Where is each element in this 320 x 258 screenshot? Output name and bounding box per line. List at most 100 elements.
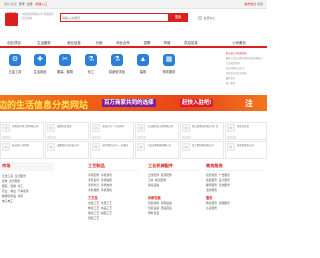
company-card[interactable]: 某商务服务公司 <box>225 141 267 159</box>
image-placeholder-icon <box>92 124 100 132</box>
news-item[interactable]: 最新产品信息发布推荐优选商家展示 <box>226 56 264 60</box>
machinery-link[interactable]: 模具配件 <box>155 178 166 182</box>
crafts-row: 手机套件 手机贴膜 <box>88 178 112 182</box>
service-link[interactable]: 金融服务 <box>219 201 230 205</box>
market-link[interactable]: 农业、林业 <box>2 189 16 193</box>
nav-item-local[interactable]: 同城 <box>160 41 174 46</box>
news-item[interactable]: 杭州某公司全新发布 <box>226 51 264 55</box>
crafts-link[interactable]: 纸质工艺 <box>88 216 99 220</box>
nav-item-distribution[interactable]: 分销 <box>92 41 106 46</box>
post-info-link[interactable]: 发布信息 <box>244 2 256 6</box>
crafts-link[interactable]: 玻璃工艺 <box>88 211 99 215</box>
business-link[interactable]: 广告服务 <box>219 173 230 177</box>
nav-item-supply[interactable]: 供应信息 <box>180 41 202 46</box>
machinery-link[interactable]: 焊接设备 <box>148 183 159 187</box>
service-link[interactable]: 物流服务 <box>206 201 217 205</box>
machinery-link[interactable]: 机床配件 <box>161 173 172 177</box>
crafts-link[interactable]: 手机套件 <box>88 178 99 182</box>
company-title: 某工程材料有限公司 <box>192 144 214 147</box>
category-apparel[interactable]: ✂ 服装、鞋帽 <box>54 51 76 83</box>
news-item[interactable]: 最新资讯 <box>226 76 264 80</box>
business-link[interactable]: 咨询服务 <box>219 183 230 187</box>
crafts-link[interactable]: 手机维修 <box>88 188 99 192</box>
printing-link[interactable]: 包装设备 <box>148 206 159 210</box>
market-link[interactable]: 商务服务 <box>9 179 20 183</box>
category-fine-chemical[interactable]: ⚗ 精细化学品 <box>106 51 128 83</box>
promo-banner[interactable]: 边的生活信息分类网站 百万商家共同的选择 赶快入驻吧! 注 <box>0 95 267 111</box>
news-item[interactable]: 热门推荐 <box>226 81 264 85</box>
nav-item-projects[interactable]: 创业项目 <box>2 41 26 46</box>
company-title: 某商务服务公司 <box>237 144 254 147</box>
machinery-link[interactable]: 刀具 <box>148 178 154 182</box>
crafts-link[interactable]: 手机电池 <box>101 183 112 187</box>
crafts-link[interactable]: 手机耳机 <box>101 188 112 192</box>
market-link[interactable]: 汽车配件 <box>18 189 29 193</box>
service-link[interactable]: 认证服务 <box>206 206 217 210</box>
company-card[interactable]: 成都市某商贸 企业信息 <box>45 122 89 140</box>
crafts-link[interactable]: 金属工艺 <box>88 201 99 205</box>
market-link[interactable]: 电子电工 <box>2 199 13 203</box>
category-chemical[interactable]: ⚗ 化工 <box>80 51 102 83</box>
crafts-link[interactable]: 陶瓷工艺 <box>88 206 99 210</box>
company-sub: 企业信息 <box>2 137 11 139</box>
market-link[interactable]: 五金工具 <box>2 174 13 178</box>
category-construction[interactable]: ▲ 建筑 <box>132 51 154 83</box>
crafts-link[interactable]: 手机贴膜 <box>101 178 112 182</box>
company-card[interactable]: 成都某农业开发公司 <box>45 141 89 159</box>
crafts-link[interactable]: 木质工艺 <box>101 201 112 205</box>
news-item[interactable]: 优质供应商名录更新 <box>226 71 264 75</box>
business-link[interactable]: 商务服务 <box>206 173 217 177</box>
company-card[interactable]: 某企业信息 企业信息 <box>225 122 267 140</box>
company-card[interactable]: 某工程材料有限公司 <box>180 141 224 159</box>
printing-link[interactable]: 印刷设备 <box>161 201 172 205</box>
crafts-link[interactable]: 手机通讯 <box>101 173 112 177</box>
market-link[interactable]: 生活服务 <box>15 174 26 178</box>
company-card[interactable]: 四川某食品有限公司广告 企业信息 <box>180 122 224 140</box>
business-link[interactable]: 会展服务 <box>206 178 217 182</box>
news-item[interactable]: 诚信商家信息汇总 <box>226 66 264 70</box>
market-row: 五金工具 生活服务 <box>2 174 26 178</box>
crafts-link[interactable]: 手机外壳 <box>88 183 99 187</box>
company-card[interactable]: 河南某生物工程有限公司 企业信息 <box>0 122 44 140</box>
company-card[interactable]: 上海无锡机械有限公司 <box>135 141 179 159</box>
category-daily[interactable]: ✚ 生活用品 <box>29 51 51 83</box>
crafts-column: 工艺制品 手机配件 手机通讯 手机套件 手机贴膜 手机外壳 手机电池 手机维修 … <box>88 162 138 258</box>
company-card[interactable]: 市场有限公司——石家庄 <box>90 141 134 159</box>
machinery-link[interactable]: 五金配件 <box>148 173 159 177</box>
business-link[interactable]: 设计服务 <box>219 178 230 182</box>
crafts-link[interactable]: 手机配件 <box>88 173 99 177</box>
category-hardware[interactable]: ⚙ 五金工具 <box>4 51 26 83</box>
crafts-link[interactable]: 水晶工艺 <box>101 206 112 210</box>
market-link[interactable]: 服装、鞋帽 <box>2 184 16 188</box>
site-logo[interactable]: LOGO <box>3 11 20 28</box>
login-link[interactable]: 登录 <box>19 2 25 6</box>
account-link[interactable]: 会员中心 <box>198 16 215 21</box>
search-button[interactable]: 搜索 <box>168 13 188 22</box>
crafts-row: 纸质工艺 <box>88 216 99 220</box>
company-card[interactable]: 上海某机电工程有限公司 企业信息 <box>135 122 179 140</box>
business-link[interactable]: 法律服务 <box>206 188 217 192</box>
printing-link[interactable]: 纸品包装 <box>161 206 172 210</box>
nav-item-cooperation[interactable]: 商业合作 <box>112 41 134 46</box>
market-link[interactable]: 精细化学品 <box>2 194 16 198</box>
search-input[interactable] <box>62 15 166 21</box>
register-link[interactable]: 注册 <box>27 2 33 6</box>
company-card[interactable]: 市某公司 一下后同步 企业信息 <box>90 122 134 140</box>
nav-item-life[interactable]: 生活服务 <box>32 41 56 46</box>
favorite-link[interactable]: 收藏 <box>257 2 263 6</box>
news-item[interactable]: 企业黄页推荐 <box>226 61 264 65</box>
business-link[interactable]: 翻译服务 <box>206 183 217 187</box>
printing-link[interactable]: 塑料包装 <box>148 211 159 215</box>
market-link[interactable]: 建筑 <box>2 179 8 183</box>
crafts-link[interactable]: 树脂工艺 <box>101 211 112 215</box>
nav-item-recruit[interactable]: 招聘 <box>140 41 154 46</box>
main-nav: 创业项目 生活服务 就业信息 分销 商业合作 招聘 同城 供应信息 公司黄页 <box>0 40 267 48</box>
category-business[interactable]: ▦ 商务服务 <box>158 51 180 83</box>
market-link[interactable]: 家居 <box>18 194 24 198</box>
market-link[interactable]: 化工 <box>18 184 24 188</box>
shop-entry-link[interactable]: 商铺入口 <box>35 2 47 6</box>
printing-link[interactable]: 包装材料 <box>148 201 159 205</box>
nav-item-directory[interactable]: 公司黄页 <box>228 41 250 46</box>
company-card[interactable]: 杭州某公司有限 <box>0 141 44 159</box>
nav-item-jobs[interactable]: 就业信息 <box>62 41 86 46</box>
